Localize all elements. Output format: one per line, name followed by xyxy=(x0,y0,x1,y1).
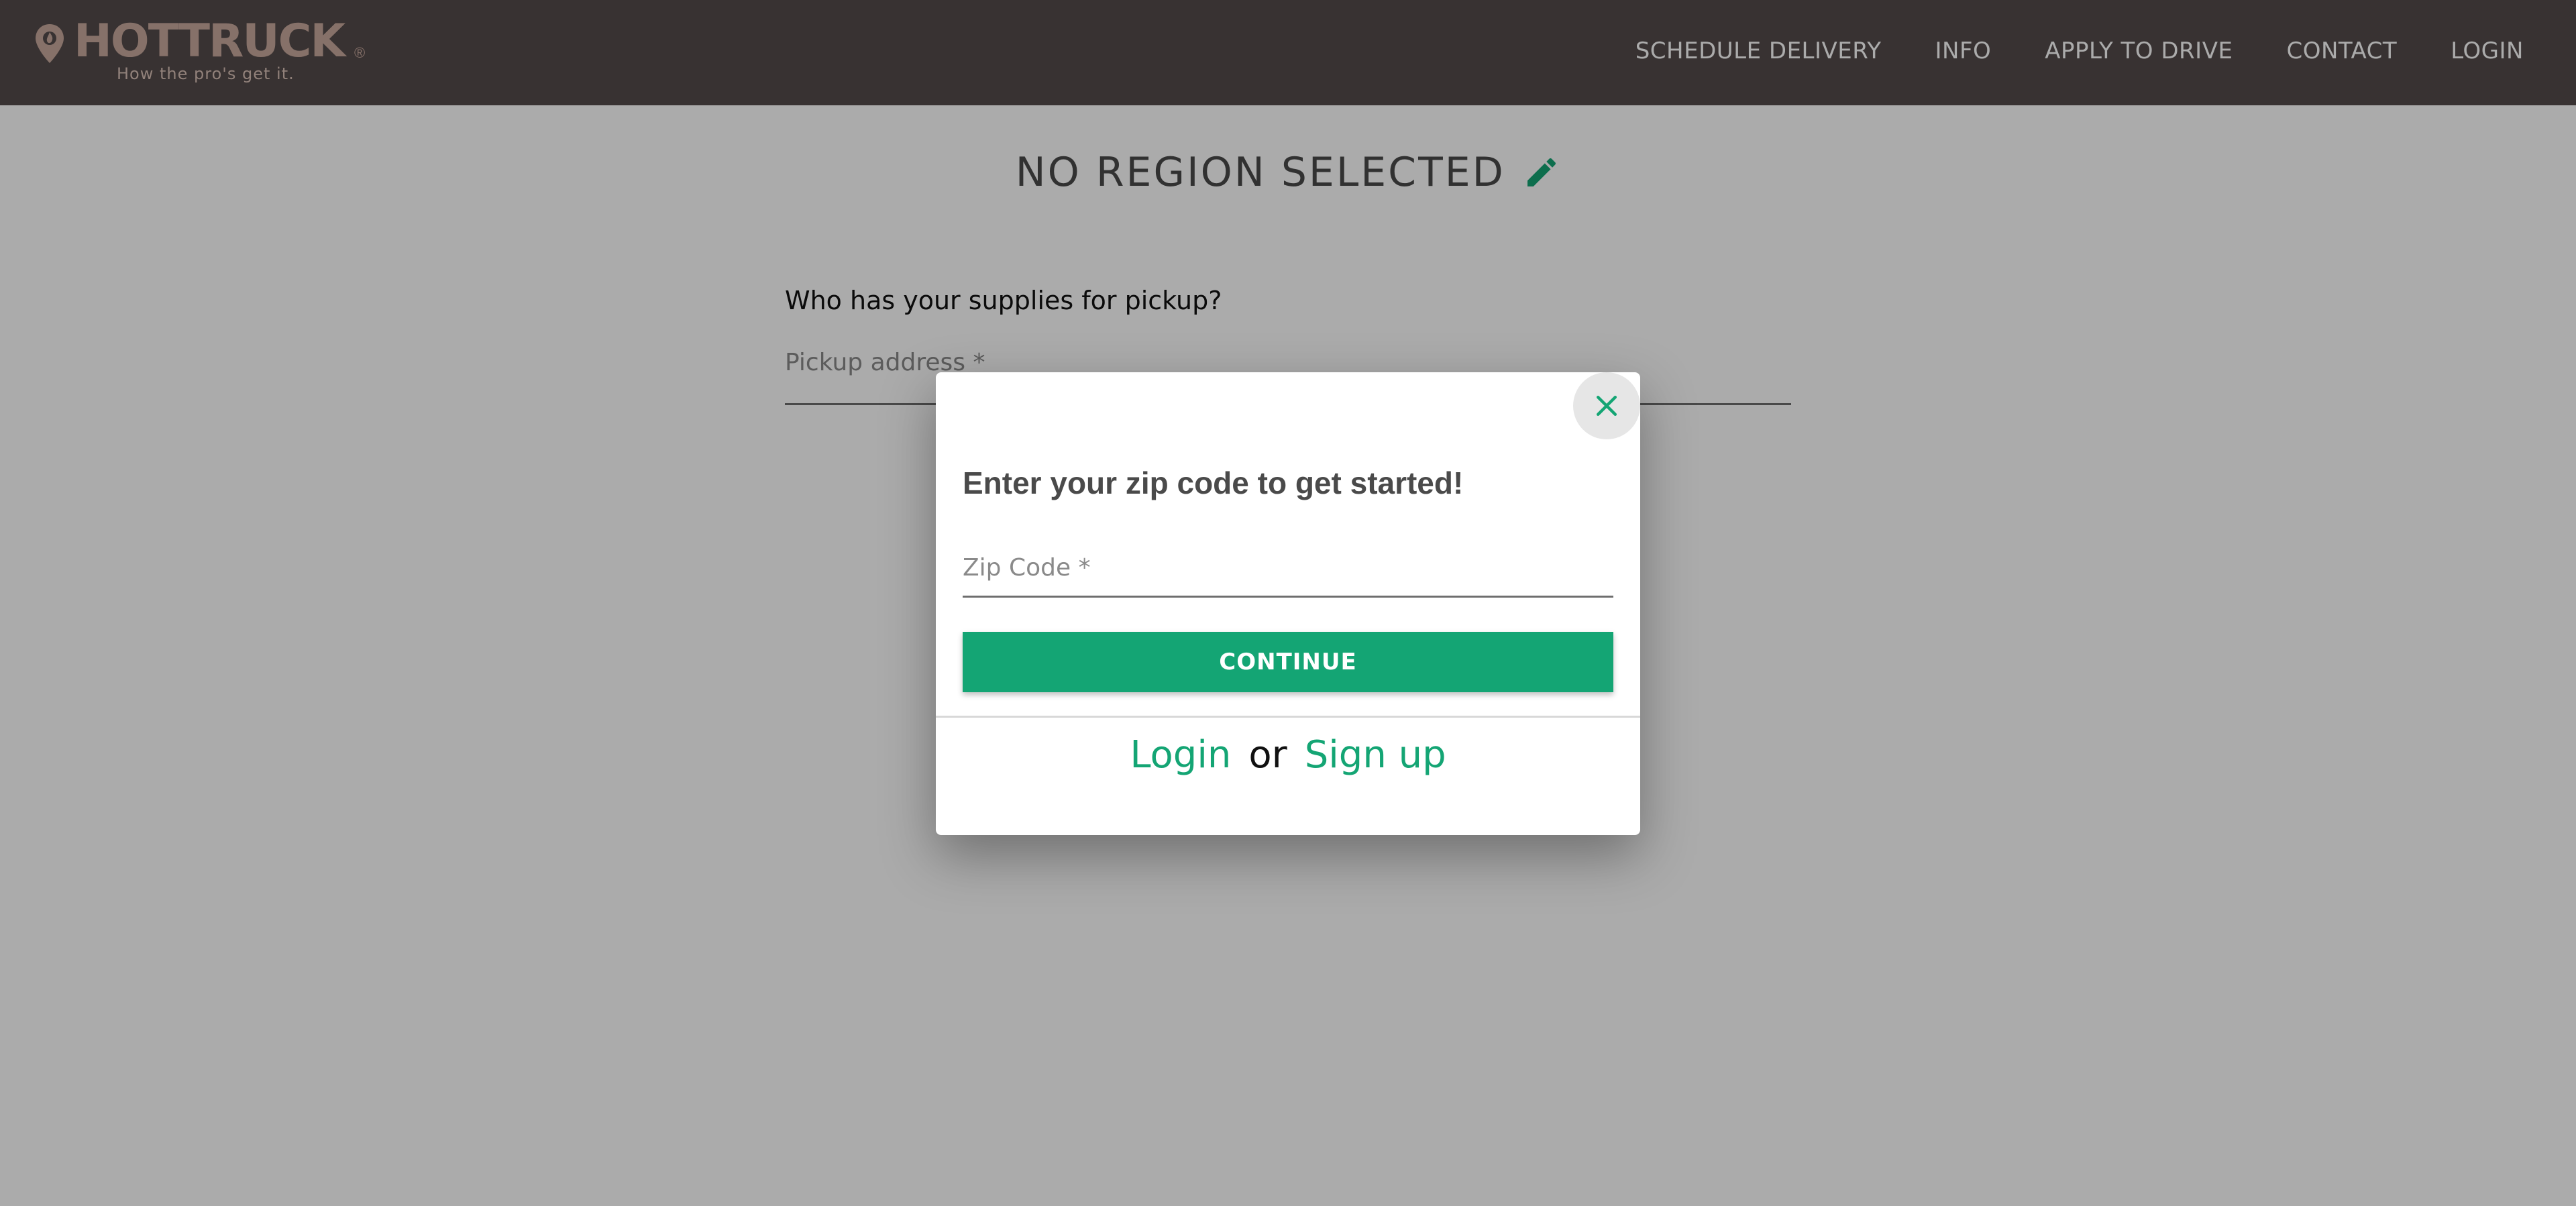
nav-apply-to-drive[interactable]: APPLY TO DRIVE xyxy=(2045,38,2233,64)
close-icon xyxy=(1596,395,1617,417)
or-text: or xyxy=(1248,733,1287,777)
logo-wordmark: HOTTRUCK xyxy=(74,15,345,68)
page: HOTTRUCK ® How the pro's get it. SCHEDUL… xyxy=(0,0,2576,1206)
divider xyxy=(936,716,1640,718)
site-header: HOTTRUCK ® How the pro's get it. SCHEDUL… xyxy=(0,0,2576,105)
logo[interactable]: HOTTRUCK ® How the pro's get it. xyxy=(34,19,382,86)
signup-link[interactable]: Sign up xyxy=(1305,733,1446,777)
nav-schedule-delivery[interactable]: SCHEDULE DELIVERY xyxy=(1635,38,1882,64)
location-pin-icon xyxy=(36,24,64,63)
nav-contact[interactable]: CONTACT xyxy=(2286,38,2397,64)
close-button[interactable] xyxy=(1573,372,1640,439)
nav-info[interactable]: INFO xyxy=(1935,38,1991,64)
zip-code-input[interactable] xyxy=(963,540,1613,596)
modal-heading: Enter your zip code to get started! xyxy=(963,465,1464,500)
continue-button[interactable]: CONTINUE xyxy=(963,632,1613,692)
zip-code-field xyxy=(963,540,1613,598)
auth-links: Login or Sign up xyxy=(936,733,1640,777)
zip-code-modal: Enter your zip code to get started! CONT… xyxy=(936,372,1640,835)
logo-tagline: How the pro's get it. xyxy=(117,64,294,83)
registered-mark: ® xyxy=(354,44,366,61)
main-nav: SCHEDULE DELIVERY INFO APPLY TO DRIVE CO… xyxy=(1635,0,2524,102)
nav-login[interactable]: LOGIN xyxy=(2451,38,2524,64)
login-link[interactable]: Login xyxy=(1130,733,1231,777)
